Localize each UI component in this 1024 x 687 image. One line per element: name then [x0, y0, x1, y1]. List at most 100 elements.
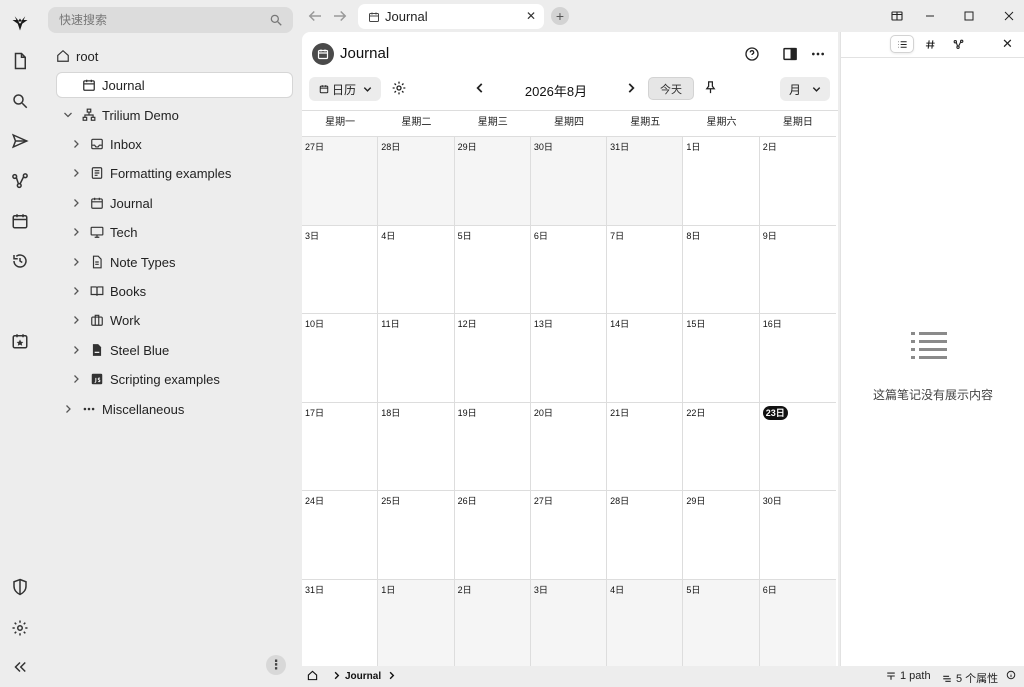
forward-arrow-icon[interactable] [331, 7, 349, 25]
toggle-right-pane-icon[interactable] [780, 44, 800, 64]
calendar-day-cell[interactable]: 28日 [378, 137, 455, 225]
calendar-day-cell[interactable]: 7日 [607, 225, 684, 313]
calendar-icon[interactable] [9, 210, 31, 232]
chevron-right-icon[interactable] [70, 138, 82, 150]
tab-journal[interactable]: Journal ✕ [358, 4, 544, 29]
calendar-day-cell[interactable]: 8日 [683, 225, 760, 313]
back-arrow-icon[interactable] [306, 7, 324, 25]
calendar-day-cell[interactable]: 3日 [302, 225, 379, 313]
breadcrumb-journal[interactable]: Journal [345, 671, 381, 682]
chevron-right-icon[interactable] [70, 314, 82, 326]
protected-session-icon[interactable] [9, 576, 31, 598]
calendar-day-cell[interactable]: 22日 [683, 402, 760, 490]
calendar-day-cell[interactable]: 18日 [378, 402, 455, 490]
calendar-day-cell[interactable]: 25日 [378, 491, 455, 579]
calendar-day-cell[interactable]: 26日 [455, 491, 531, 579]
tree-node-root[interactable]: root [56, 43, 98, 69]
note-title[interactable]: Journal [340, 45, 389, 62]
tree-menu-button[interactable]: ⋮ [266, 655, 286, 675]
split-view-icon[interactable] [887, 6, 907, 26]
calendar-day-cell[interactable]: 6日 [531, 225, 608, 313]
close-tab-icon[interactable]: ✕ [526, 9, 536, 23]
chevron-down-icon[interactable] [62, 109, 74, 121]
calendar-day-cell[interactable]: 9日 [760, 226, 836, 314]
quick-search[interactable] [48, 7, 293, 33]
note-paths[interactable]: 1 path [886, 670, 931, 682]
range-dropdown[interactable]: 月 [780, 77, 830, 101]
history-icon[interactable] [9, 250, 31, 272]
calendar-day-cell[interactable]: 14日 [607, 314, 684, 402]
note-attributes[interactable]: 5 个属性 [942, 670, 998, 686]
calendar-day-cell[interactable]: 2日 [454, 579, 531, 667]
info-icon[interactable] [1006, 670, 1020, 680]
hashtag-tab[interactable] [918, 35, 942, 53]
minimize-icon[interactable] [920, 6, 940, 26]
chevron-right-icon[interactable] [70, 256, 82, 268]
calendar-day-cell[interactable]: 31日 [302, 579, 379, 667]
calendar-day-cell[interactable]: 30日 [760, 491, 836, 579]
previous-month-icon[interactable] [473, 81, 487, 95]
close-window-icon[interactable] [999, 6, 1019, 26]
calendar-day-cell[interactable]: 15日 [683, 314, 760, 402]
calendar-day-cell[interactable]: 4日 [607, 579, 684, 667]
chevron-right-icon[interactable] [70, 285, 82, 297]
calendar-day-cell[interactable]: 4日 [378, 225, 455, 313]
chevron-right-icon[interactable] [70, 167, 82, 179]
tree-node-steel-blue[interactable]: Steel Blue [70, 337, 169, 363]
breadcrumb-home[interactable] [307, 670, 318, 681]
calendar-day-cell[interactable]: 27日 [531, 491, 608, 579]
calendar-day-cell[interactable]: 27日 [302, 137, 379, 225]
chevron-right-icon[interactable] [70, 373, 82, 385]
calendar-day-cell[interactable]: 28日 [607, 491, 684, 579]
collapse-sidebar-icon[interactable] [9, 656, 31, 678]
settings-icon[interactable] [9, 617, 31, 639]
calendar-day-cell[interactable]: 6日 [759, 579, 836, 667]
calendar-day-cell[interactable]: 11日 [378, 314, 455, 402]
tree-node-inbox[interactable]: Inbox [70, 131, 142, 157]
calendar-day-cell[interactable]: 30日 [530, 137, 608, 225]
calendar-day-cell[interactable]: 21日 [607, 402, 684, 490]
calendar-day-cell[interactable]: 20日 [531, 402, 608, 490]
calendar-day-cell[interactable]: 31日 [607, 137, 684, 225]
calendar-day-cell[interactable]: 17日 [302, 402, 379, 490]
calendar-day-cell[interactable]: 12日 [455, 314, 531, 402]
pin-icon[interactable] [703, 80, 718, 95]
today-note-icon[interactable] [9, 330, 31, 352]
calendar-day-cell[interactable]: 1日 [683, 137, 760, 225]
tree-node-books[interactable]: Books [70, 278, 146, 304]
calendar-day-cell[interactable]: 13日 [531, 314, 608, 402]
calendar-day-today[interactable]: 23日 [760, 403, 836, 491]
calendar-day-cell[interactable]: 10日 [302, 314, 379, 402]
tree-node-journal-demo[interactable]: Journal [70, 190, 153, 216]
send-icon[interactable] [9, 130, 31, 152]
quick-search-input[interactable] [59, 13, 259, 27]
calendar-day-cell[interactable]: 19日 [455, 402, 531, 490]
breadcrumb-separator-icon[interactable] [386, 670, 397, 681]
calendar-day-cell[interactable]: 1日 [378, 579, 455, 667]
today-button[interactable]: 今天 [648, 77, 694, 100]
chevron-right-icon[interactable] [70, 226, 82, 238]
calendar-day-cell[interactable]: 5日 [455, 225, 531, 313]
gear-icon[interactable] [391, 80, 407, 96]
maximize-icon[interactable] [959, 6, 979, 26]
table-of-contents-tab[interactable] [890, 35, 914, 53]
view-type-dropdown[interactable]: 日历 [309, 77, 381, 101]
search-icon[interactable] [9, 90, 31, 112]
new-tab-button[interactable]: + [551, 7, 569, 25]
calendar-day-cell[interactable]: 3日 [530, 579, 608, 667]
trilium-logo-icon[interactable] [9, 12, 31, 34]
chevron-right-icon[interactable] [70, 197, 82, 209]
chevron-right-icon[interactable] [62, 403, 74, 415]
note-map-icon[interactable] [9, 170, 31, 192]
tree-node-work[interactable]: Work [70, 307, 140, 333]
next-month-icon[interactable] [624, 81, 638, 95]
calendar-day-cell[interactable]: 29日 [454, 137, 531, 225]
chevron-right-icon[interactable] [70, 344, 82, 356]
calendar-day-cell[interactable]: 5日 [683, 579, 760, 667]
calendar-day-cell[interactable]: 2日 [760, 137, 836, 225]
help-icon[interactable] [742, 44, 762, 64]
calendar-day-cell[interactable]: 24日 [302, 491, 379, 579]
close-pane-icon[interactable]: ✕ [1002, 36, 1013, 52]
new-note-icon[interactable] [9, 50, 31, 72]
calendar-day-cell[interactable]: 16日 [760, 314, 836, 402]
